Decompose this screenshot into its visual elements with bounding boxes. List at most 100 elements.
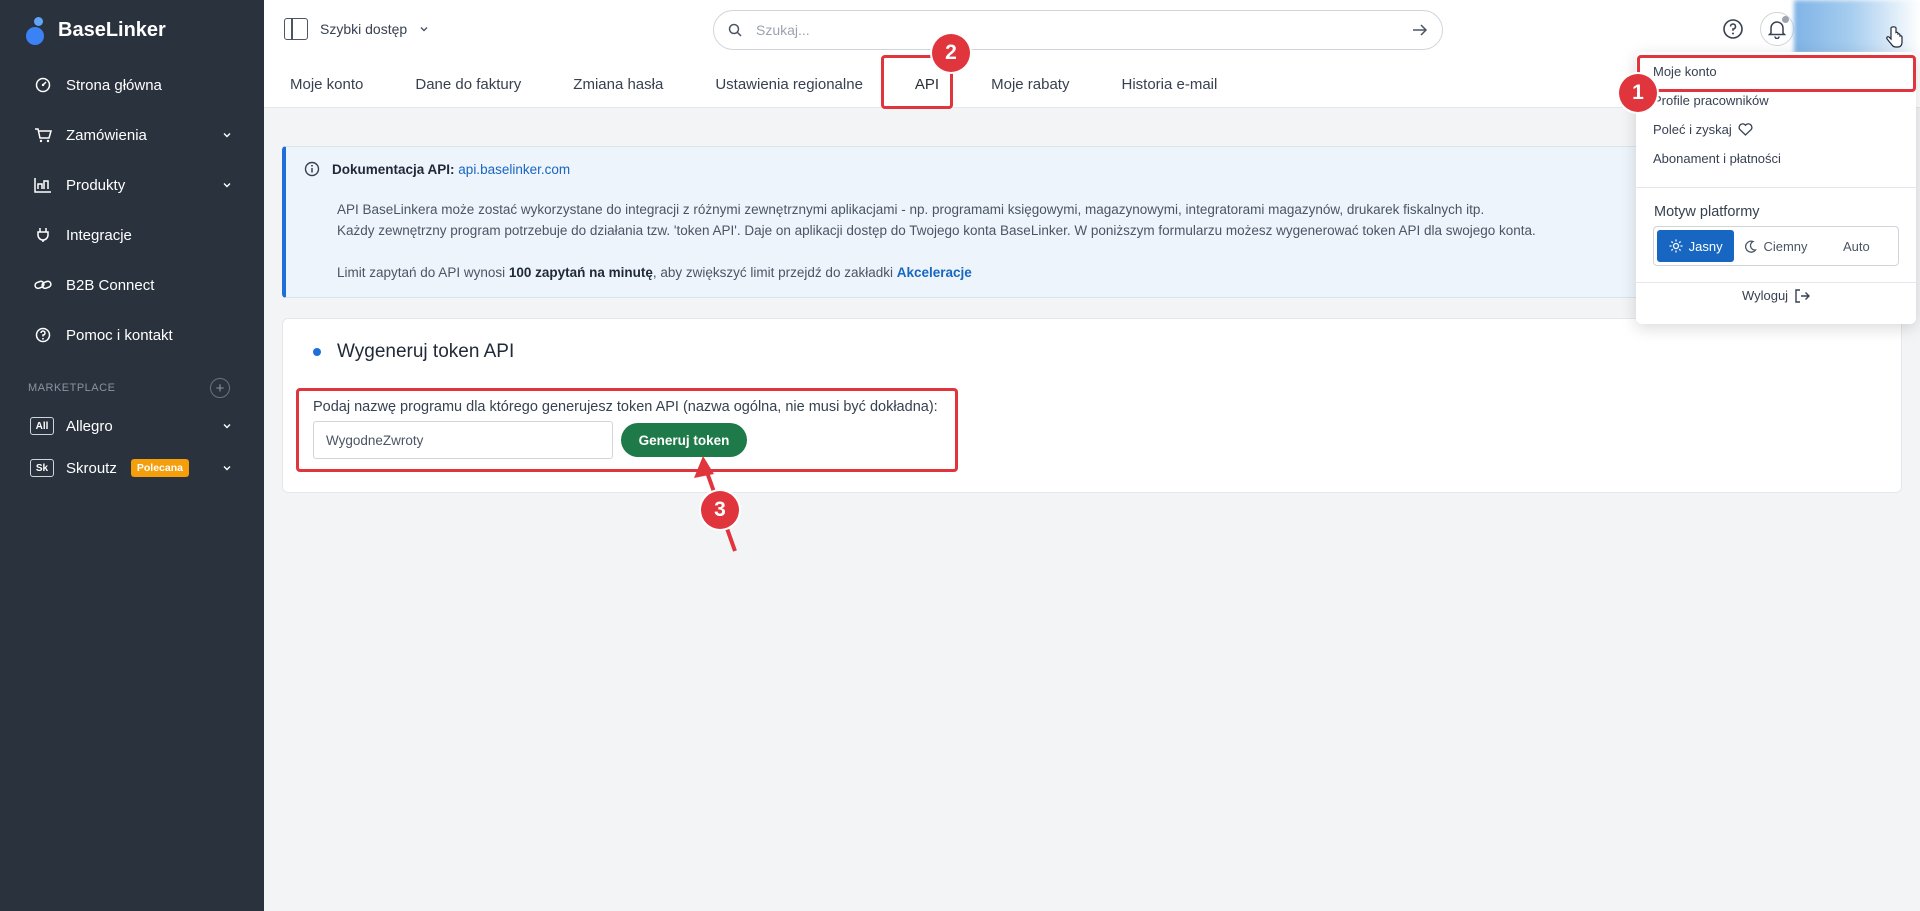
cart-icon <box>34 126 52 144</box>
annotation-badge-3: 3 <box>701 491 739 529</box>
baselinker-logo-icon <box>24 15 50 45</box>
sidebar-item-label: Zamówienia <box>66 126 147 144</box>
acceleration-link[interactable]: Akceleracje <box>897 265 972 280</box>
program-name-label: Podaj nazwę programu dla którego generuj… <box>313 399 938 415</box>
hand-cursor-icon <box>1886 26 1903 48</box>
api-doc-label: Dokumentacja API: <box>332 161 455 177</box>
tab-change-password[interactable]: Zmiana hasła <box>547 60 689 108</box>
arrow-right-icon[interactable] <box>1412 23 1428 37</box>
account-tabs: Moje konto Dane do faktury Zmiana hasła … <box>264 60 1243 108</box>
panel-toggle-icon <box>284 18 308 40</box>
sidebar-item-label: B2B Connect <box>66 276 155 294</box>
logout-label: Wyloguj <box>1741 288 1789 303</box>
api-info-paragraph-1: API BaseLinkera może zostać wykorzystane… <box>337 202 1485 217</box>
theme-light-button[interactable]: Jasny <box>1657 230 1735 262</box>
generate-token-card: Wygeneruj token API Podaj nazwę programu… <box>282 318 1902 493</box>
skroutz-icon: Sk <box>30 459 54 477</box>
marketplace-section-label: MARKETPLACE <box>28 382 116 394</box>
program-name-input[interactable] <box>313 421 613 459</box>
add-marketplace-icon[interactable]: + <box>210 378 230 398</box>
link-icon <box>34 276 52 294</box>
api-info-paragraph-2: Każdy zewnętrzny program potrzebuje do d… <box>337 223 1536 238</box>
logout-icon <box>1795 288 1811 303</box>
annotation-badge-2: 2 <box>932 34 970 72</box>
limit-value: 100 zapytań na minutę <box>508 265 653 280</box>
account-dropdown: Moje konto Profile pracowników Poleć i z… <box>1636 52 1916 324</box>
sun-icon <box>1669 239 1683 253</box>
sidebar-item-label: Produkty <box>66 176 126 194</box>
sidebar-item-label: Pomoc i kontakt <box>66 326 173 344</box>
notification-dot <box>1782 16 1789 23</box>
menu-item-refer-and-earn[interactable]: Poleć i zyskaj <box>1653 122 1753 137</box>
menu-divider <box>1636 187 1916 188</box>
notifications-button[interactable] <box>1760 12 1794 46</box>
theme-label-dark: Ciemny <box>1763 238 1808 254</box>
menu-item-subscription[interactable]: Abonament i płatności <box>1653 151 1781 166</box>
chevron-down-icon <box>223 183 231 188</box>
theme-label-light: Jasny <box>1688 238 1723 254</box>
theme-label: Motyw platformy <box>1654 204 1760 220</box>
limit-text-mid: , aby zwiększyć limit przejdź do zakładk… <box>652 265 897 280</box>
search-input[interactable] <box>756 22 1412 38</box>
sidebar-item-integrations[interactable]: Integracje <box>0 210 264 260</box>
card-title: Wygeneruj token API <box>313 341 514 363</box>
brand-logo[interactable]: BaseLinker <box>24 14 166 46</box>
title-bullet <box>313 348 321 356</box>
sidebar-item-b2b-connect[interactable]: B2B Connect <box>0 260 264 310</box>
chevron-down-icon <box>223 424 231 429</box>
products-icon <box>34 176 52 194</box>
theme-dark-button[interactable]: Ciemny <box>1737 230 1815 262</box>
help-icon <box>1723 19 1743 39</box>
theme-auto-button[interactable]: Auto <box>1817 230 1895 262</box>
annotation-badge-1: 1 <box>1619 74 1657 112</box>
quick-access-button[interactable]: Szybki dostęp <box>284 16 429 42</box>
sidebar-item-label: Integracje <box>66 226 132 244</box>
theme-label-auto: Auto <box>1842 238 1870 254</box>
sidebar-item-home[interactable]: Strona główna <box>0 60 264 110</box>
allegro-icon: All <box>30 417 54 435</box>
tab-invoice-data[interactable]: Dane do faktury <box>389 60 547 108</box>
sidebar-item-allegro[interactable]: All Allegro <box>0 406 264 446</box>
heart-icon <box>1738 123 1753 136</box>
chevron-down-icon <box>223 466 231 471</box>
dashboard-icon <box>34 76 52 94</box>
recommended-badge: Polecana <box>130 459 189 477</box>
sidebar-item-skroutz[interactable]: Sk Skroutz Polecana <box>0 448 264 488</box>
sidebar-item-orders[interactable]: Zamówienia <box>0 110 264 160</box>
menu-item-label: Poleć i zyskaj <box>1653 122 1732 137</box>
chevron-down-icon <box>420 27 428 32</box>
limit-text: Limit zapytań do API wynosi <box>337 265 509 280</box>
tab-my-discounts[interactable]: Moje rabaty <box>965 60 1095 108</box>
menu-item-my-account[interactable]: Moje konto <box>1653 64 1717 79</box>
sidebar-item-help[interactable]: Pomoc i kontakt <box>0 310 264 360</box>
sidebar-item-label: Skroutz <box>66 459 117 477</box>
theme-selector: Jasny Ciemny Auto <box>1653 226 1899 266</box>
sidebar-item-label: Allegro <box>66 417 113 435</box>
moon-icon <box>1745 240 1758 253</box>
sidebar: BaseLinker Strona główna Zamówienia Prod… <box>0 0 264 911</box>
quick-access-label: Szybki dostęp <box>320 21 408 37</box>
search-icon <box>728 23 742 37</box>
tab-my-account[interactable]: Moje konto <box>264 60 389 108</box>
search-bar <box>713 10 1443 50</box>
sidebar-item-label: Strona główna <box>66 76 162 94</box>
header-icons <box>1716 12 1794 46</box>
card-title-text: Wygeneruj token API <box>337 341 515 362</box>
generate-token-button[interactable]: Generuj token <box>621 423 747 457</box>
info-icon <box>304 161 320 177</box>
sidebar-nav: Strona główna Zamówienia Produkty Integr… <box>0 60 264 360</box>
chevron-down-icon <box>223 133 231 138</box>
api-doc-link[interactable]: api.baselinker.com <box>458 162 570 177</box>
api-doc-line: Dokumentacja API: api.baselinker.com <box>304 161 570 177</box>
sidebar-item-products[interactable]: Produkty <box>0 160 264 210</box>
brand-name: BaseLinker <box>58 18 166 41</box>
plug-icon <box>34 226 52 244</box>
help-icon <box>34 326 52 344</box>
tab-regional-settings[interactable]: Ustawienia regionalne <box>689 60 889 108</box>
menu-item-employee-profiles[interactable]: Profile pracowników <box>1653 93 1769 108</box>
help-button[interactable] <box>1716 12 1750 46</box>
logout-button[interactable]: Wyloguj <box>1636 288 1916 303</box>
menu-divider <box>1636 282 1916 283</box>
tab-email-history[interactable]: Historia e-mail <box>1095 60 1243 108</box>
api-limit-line: Limit zapytań do API wynosi 100 zapytań … <box>337 265 972 280</box>
